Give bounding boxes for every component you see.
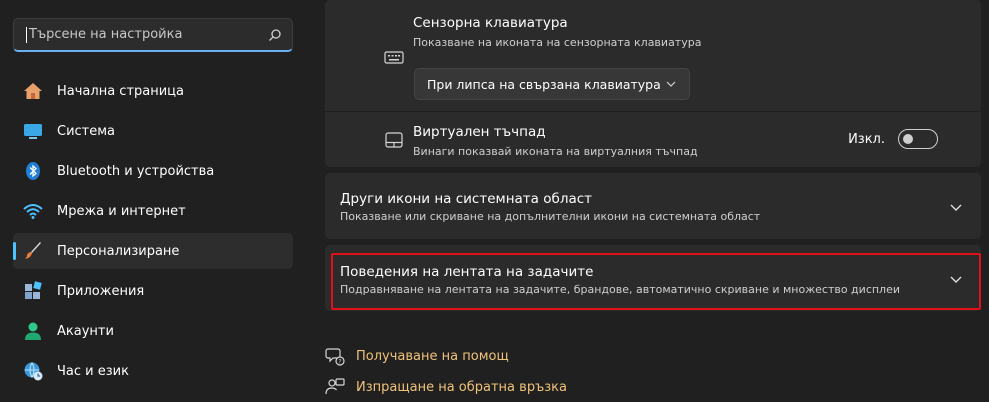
sidebar-item-label: Персонализиране [57,243,180,259]
dropdown-selected-value: При липса на свързана клавиатура [427,76,661,92]
sidebar-item-apps[interactable]: Приложения [13,273,293,309]
chevron-down-icon [950,276,962,283]
sidebar-item-label: Мрежа и интернет [57,203,186,219]
taskbar-behaviors-subtitle: Подравняване на лентата на задачите, бра… [340,283,901,296]
system-icon [23,121,43,141]
get-help-link-text: Получаване на помощ [356,348,509,364]
other-system-tray-icons-card[interactable]: Други икони на системната област Показва… [325,173,981,239]
toggle-state-label: Изкл. [848,132,885,147]
svg-text:?: ? [338,359,341,366]
keyboard-icon [384,51,404,64]
taskbar-behaviors-title: Поведения на лентата на задачите [340,264,594,280]
sidebar-item-label: Акаунти [57,323,114,339]
get-help-link[interactable]: ? Получаване на помощ [325,343,567,369]
send-feedback-link-text: Изпращане на обратна връзка [356,379,567,395]
touch-keyboard-subtitle: Показване на иконата на сензорната клави… [413,36,702,49]
sidebar-item-label: Система [57,123,116,139]
main-content: Сензорна клавиатура Показване на иконата… [305,0,989,402]
virtual-touchpad-title: Виртуален тъчпад [413,124,546,140]
chevron-down-icon [666,81,676,87]
brush-icon [23,241,43,261]
other-icons-title: Други икони на системната област [340,191,593,207]
taskbar-behaviors-card[interactable]: Поведения на лентата на задачите Подравн… [325,245,981,311]
row-divider [325,111,981,112]
other-icons-subtitle: Показване или скриване на допълнителни и… [340,210,761,223]
virtual-touchpad-subtitle: Винаги показвай иконата на виртуалния тъ… [413,145,698,158]
wifi-icon [23,201,43,221]
toggle-knob [903,134,913,144]
sidebar-item-network[interactable]: Мрежа и интернет [13,193,293,229]
sidebar-item-label: Час и език [57,363,129,379]
chevron-down-icon [950,204,962,211]
feedback-icon [325,377,345,397]
account-icon [23,321,43,341]
bluetooth-icon [23,161,43,181]
search-input[interactable]: Търсене на настройка [13,18,293,52]
sidebar-item-personalization[interactable]: Персонализиране [13,233,293,269]
sidebar-item-accounts[interactable]: Акаунти [13,313,293,349]
sidebar-item-label: Приложения [57,283,145,299]
search-icon[interactable] [268,28,282,42]
sidebar-item-time-language[interactable]: Час и език [13,353,293,389]
sidebar-item-system[interactable]: Система [13,113,293,149]
touch-keyboard-title: Сензорна клавиатура [413,15,568,31]
sidebar-item-label: Начална страница [57,83,184,99]
touch-keyboard-dropdown[interactable]: При липса на свързана клавиатура [414,68,690,100]
sidebar: Търсене на настройка Начална страница Си… [0,0,305,402]
time-language-icon [23,361,43,381]
send-feedback-link[interactable]: Изпращане на обратна връзка [325,374,567,400]
virtual-touchpad-toggle[interactable] [898,129,938,149]
sidebar-item-bluetooth[interactable]: Bluetooth и устройства [13,153,293,189]
sidebar-item-label: Bluetooth и устройства [57,163,215,179]
home-icon [23,81,43,101]
apps-icon [23,281,43,301]
help-icon: ? [325,346,345,366]
taskbar-corner-icons-card: Сензорна клавиатура Показване на иконата… [325,0,981,167]
sidebar-nav: Начална страница Система Bluetooth и уст… [13,73,293,393]
touchpad-icon [385,132,403,148]
help-links: ? Получаване на помощ Изпращане на обрат… [325,343,567,402]
sidebar-item-home[interactable]: Начална страница [13,73,293,109]
text-caret [26,26,27,43]
search-input-text: Търсене на настройка [29,27,183,42]
